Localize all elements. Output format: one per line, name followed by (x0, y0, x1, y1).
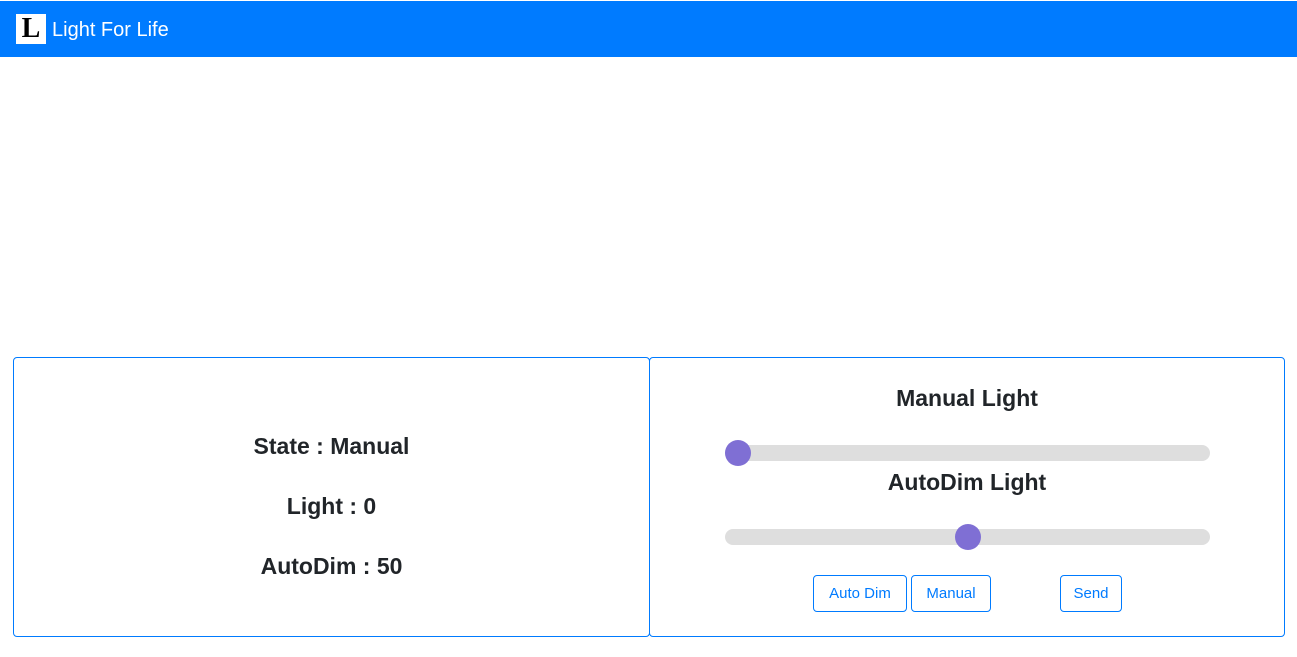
autodim-text: AutoDim : 50 (260, 553, 403, 579)
navbar: L Light For Life (0, 1, 1297, 57)
status-card: State : Manual Light : 0 AutoDim : 50 (13, 357, 650, 637)
autodim-light-heading: AutoDim Light (887, 469, 1047, 495)
state-text: State : Manual (253, 433, 410, 459)
manual-light-slider[interactable] (725, 440, 1210, 466)
manual-light-heading: Manual Light (896, 385, 1038, 411)
light-text: Light : 0 (286, 493, 377, 519)
manual-button[interactable]: Manual (911, 575, 991, 612)
controls-card: Manual Light AutoDim Light Auto Dim Manu… (649, 357, 1285, 637)
autodim-light-slider-thumb[interactable] (954, 524, 981, 550)
manual-light-slider-thumb[interactable] (725, 440, 751, 466)
autodim-light-slider[interactable] (725, 524, 1210, 550)
brand-title[interactable]: Light For Life (52, 17, 169, 43)
send-button[interactable]: Send (1060, 575, 1122, 612)
auto-dim-button[interactable]: Auto Dim (813, 575, 907, 612)
brand-logo[interactable]: L (16, 14, 46, 44)
